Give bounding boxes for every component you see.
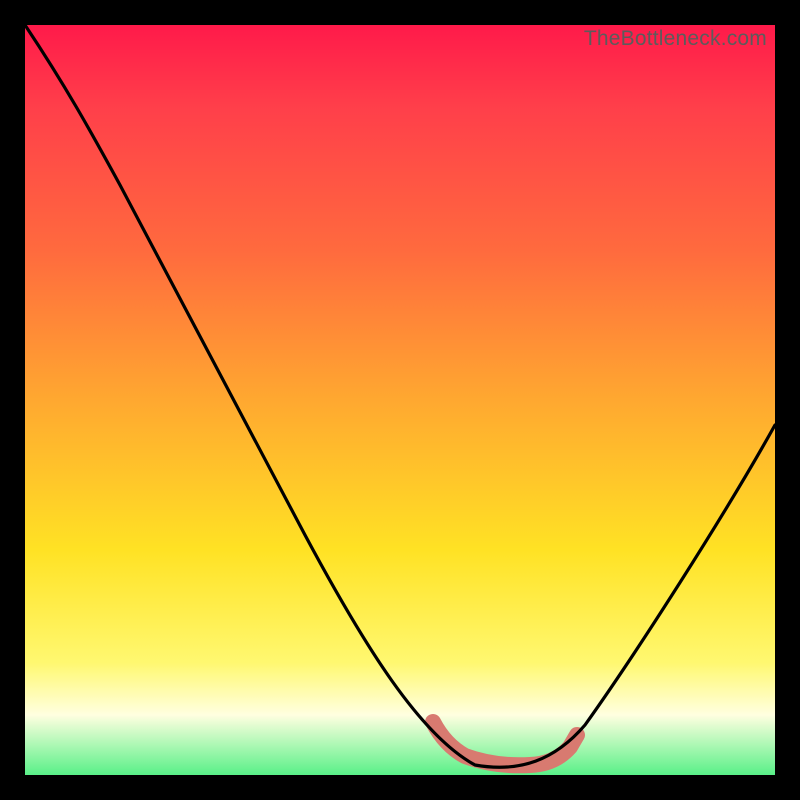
bottleneck-curve [25, 25, 775, 775]
watermark-label: TheBottleneck.com [584, 27, 767, 51]
chart-gradient-area: TheBottleneck.com [25, 25, 775, 775]
